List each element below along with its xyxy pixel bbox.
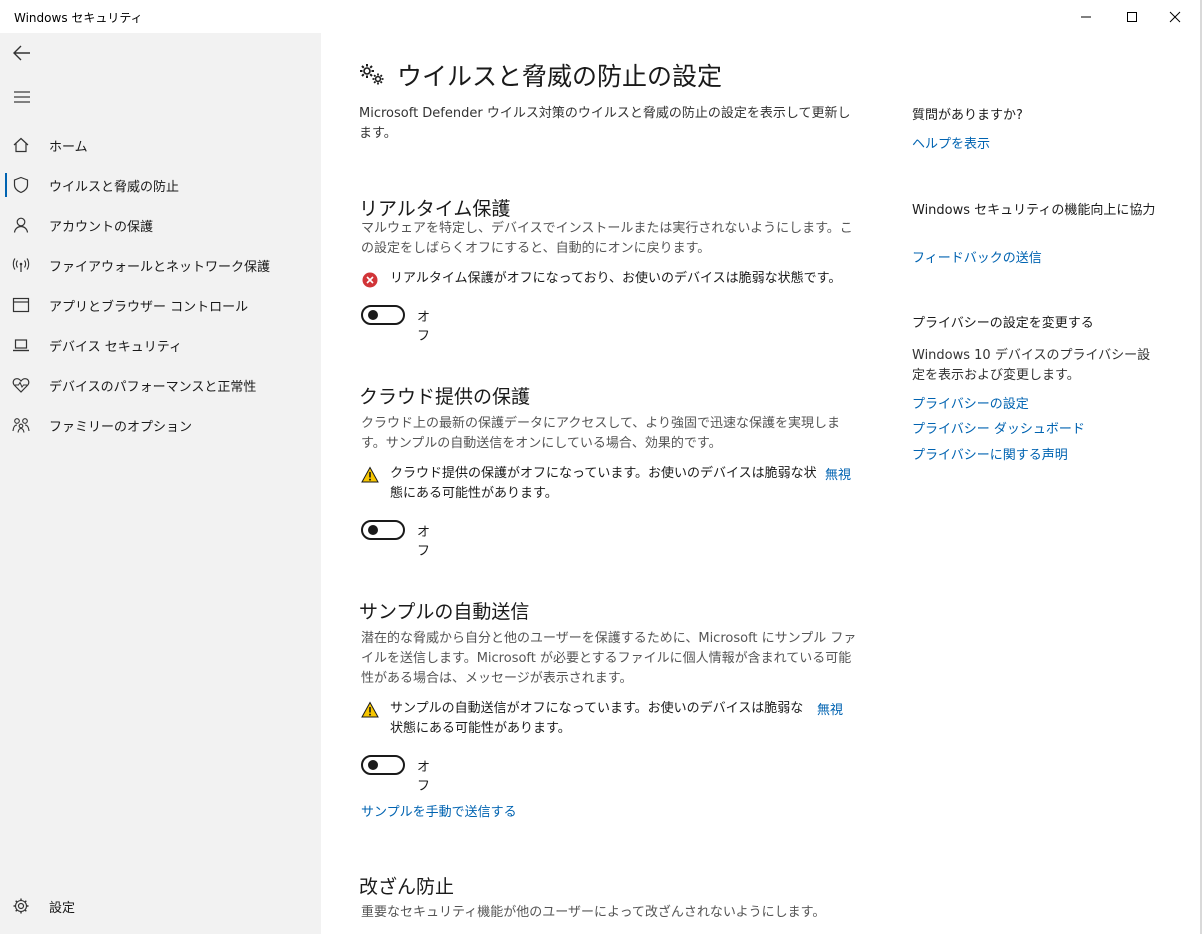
main-content: ウイルスと脅威の防止の設定 Microsoft Defender ウイルス対策の…	[321, 33, 881, 934]
sidebar-item-device-performance[interactable]: デバイスのパフォーマンスと正常性	[0, 365, 321, 405]
shield-icon	[13, 176, 29, 194]
sample-dismiss-link[interactable]: 無視	[817, 699, 843, 718]
maximize-icon	[1127, 11, 1137, 22]
tamper-section-title: 改ざん防止	[359, 876, 455, 898]
sidebar-item-family-options[interactable]: ファミリーのオプション	[0, 405, 321, 445]
sidebar: ホーム ウイルスと脅威の防止 アカウントの保護 ファイアウォールとネットワーク保…	[0, 33, 321, 934]
sample-submission-toggle[interactable]	[361, 755, 405, 775]
sidebar-item-account-protection[interactable]: アカウントの保護	[0, 205, 321, 245]
sidebar-item-home[interactable]: ホーム	[0, 125, 321, 165]
sidebar-item-label: デバイスのパフォーマンスと正常性	[49, 380, 257, 395]
alert-text: サンプルの自動送信がオフになっています。お使いのデバイスは脆弱な状態にある可能性…	[390, 701, 804, 736]
window-title: Windows セキュリティ	[14, 11, 143, 25]
page-description: Microsoft Defender ウイルス対策のウイルスと脅威の防止の設定を…	[359, 106, 851, 141]
sidebar-nav: ホーム ウイルスと脅威の防止 アカウントの保護 ファイアウォールとネットワーク保…	[0, 125, 321, 445]
toggle-label: オフ	[417, 525, 431, 559]
sidebar-item-app-browser-control[interactable]: アプリとブラウザー コントロール	[0, 285, 321, 325]
improve-heading: Windows セキュリティの機能向上に協力	[912, 203, 1156, 218]
error-icon	[362, 272, 378, 288]
cloud-description: クラウド上の最新の保護データにアクセスして、より強固で迅速な保護を実現します。サ…	[361, 416, 841, 451]
hamburger-icon	[14, 91, 30, 103]
feedback-link[interactable]: フィードバックの送信	[912, 247, 1042, 266]
privacy-statement-link[interactable]: プライバシーに関する声明	[912, 444, 1068, 463]
warning-icon	[361, 466, 379, 483]
sidebar-item-label: デバイス セキュリティ	[49, 340, 182, 355]
close-button[interactable]	[1152, 0, 1198, 33]
home-icon	[13, 137, 29, 153]
hamburger-menu-button[interactable]	[8, 83, 36, 111]
gears-icon	[360, 64, 384, 85]
active-indicator	[5, 173, 7, 197]
sample-section-title: サンプルの自動送信	[359, 601, 530, 623]
person-icon	[13, 217, 29, 233]
privacy-heading: プライバシーの設定を変更する	[912, 316, 1094, 331]
toggle-label: オフ	[417, 310, 431, 344]
sidebar-item-label: ファミリーのオプション	[49, 420, 193, 435]
cloud-protection-toggle[interactable]	[361, 520, 405, 540]
toggle-knob	[368, 525, 378, 535]
help-link[interactable]: ヘルプを表示	[912, 133, 990, 152]
sample-description: 潜在的な脅威から自分と他のユーザーを保護するために、Microsoft にサンプ…	[361, 631, 857, 686]
privacy-dashboard-link[interactable]: プライバシー ダッシュボード	[912, 418, 1085, 437]
toggle-knob	[368, 310, 378, 320]
sidebar-item-firewall[interactable]: ファイアウォールとネットワーク保護	[0, 245, 321, 285]
alert-text: リアルタイム保護がオフになっており、お使いのデバイスは脆弱な状態です。	[390, 271, 842, 286]
wifi-antenna-icon	[12, 258, 30, 272]
warning-icon	[361, 701, 379, 718]
question-heading: 質問がありますか?	[912, 108, 1023, 123]
laptop-icon	[13, 339, 29, 352]
privacy-description: Windows 10 デバイスのプライバシー設定を表示および変更します。	[912, 348, 1151, 383]
back-button[interactable]	[8, 39, 36, 67]
sidebar-item-label: ファイアウォールとネットワーク保護	[49, 260, 271, 275]
page-header: ウイルスと脅威の防止の設定	[359, 57, 722, 93]
sidebar-item-label: 設定	[49, 901, 76, 916]
sidebar-item-virus-protection[interactable]: ウイルスと脅威の防止	[0, 165, 321, 205]
realtime-description: マルウェアを特定し、デバイスでインストールまたは実行されないようにします。この設…	[361, 221, 853, 256]
sidebar-item-device-security[interactable]: デバイス セキュリティ	[0, 325, 321, 365]
realtime-section-title: リアルタイム保護	[359, 198, 511, 220]
heart-pulse-icon	[12, 378, 30, 393]
sidebar-item-settings[interactable]: 設定	[0, 886, 321, 926]
toggle-label: オフ	[417, 760, 431, 794]
page-title: ウイルスと脅威の防止の設定	[397, 62, 723, 91]
alert-text: クラウド提供の保護がオフになっています。お使いのデバイスは脆弱な状態にある可能性…	[390, 466, 817, 501]
tamper-description: 重要なセキュリティ機能が他のユーザーによって改ざんされないようにします。	[361, 905, 826, 920]
gear-icon	[13, 898, 29, 914]
cloud-section-title: クラウド提供の保護	[359, 386, 531, 408]
close-icon	[1169, 11, 1181, 22]
sidebar-item-label: アカウントの保護	[49, 220, 154, 235]
family-icon	[12, 418, 30, 433]
maximize-button[interactable]	[1109, 0, 1155, 33]
submit-sample-manually-link[interactable]: サンプルを手動で送信する	[361, 801, 517, 820]
sidebar-item-label: ホーム	[49, 140, 88, 155]
sidebar-item-label: ウイルスと脅威の防止	[49, 180, 180, 195]
app-window-icon	[12, 297, 30, 313]
privacy-settings-link[interactable]: プライバシーの設定	[912, 393, 1029, 412]
minimize-button[interactable]	[1063, 0, 1109, 33]
sidebar-item-label: アプリとブラウザー コントロール	[49, 300, 249, 315]
title-bar: Windows セキュリティ	[0, 0, 1202, 33]
realtime-protection-toggle[interactable]	[361, 305, 405, 325]
back-arrow-icon	[13, 45, 30, 61]
toggle-knob	[368, 760, 378, 770]
cloud-dismiss-link[interactable]: 無視	[825, 464, 851, 483]
minimize-icon	[1081, 16, 1091, 17]
